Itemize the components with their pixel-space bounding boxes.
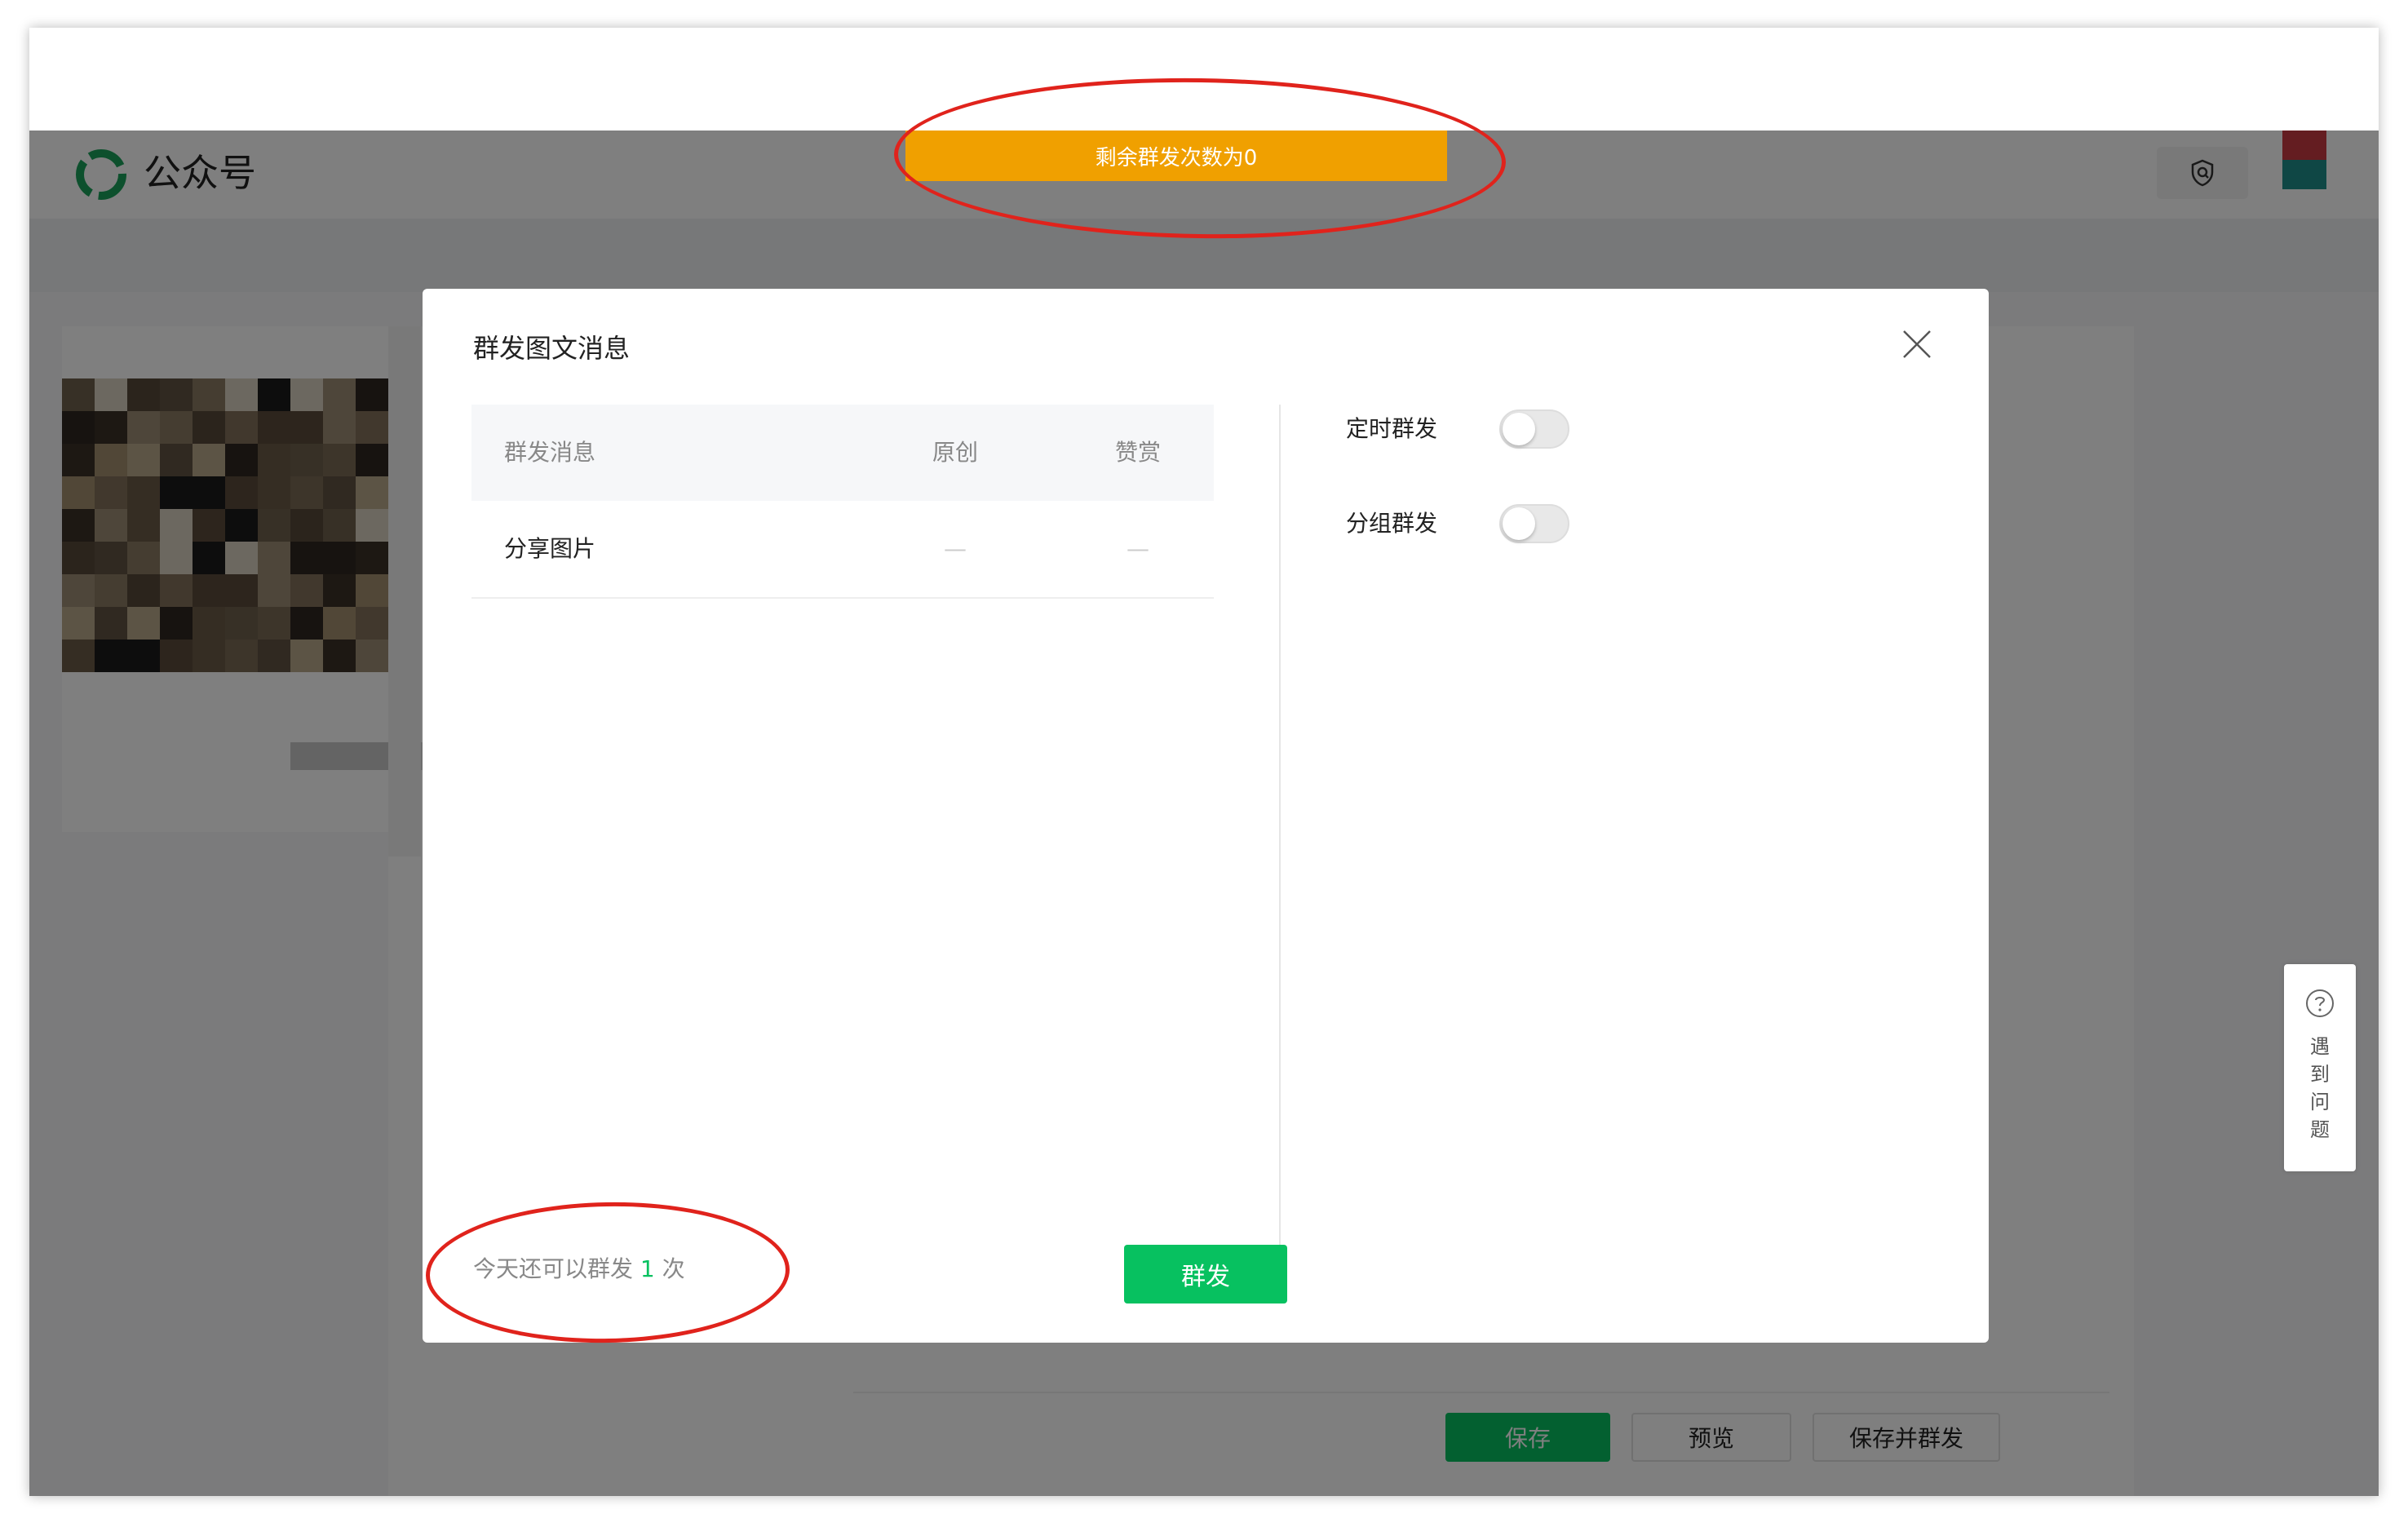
column-header-reward: 赞赏 xyxy=(1114,439,1161,466)
mass-send-dialog: 群发图文消息 群发消息 原创 赞赏 分享图片 — — 定时群发 分组群发 今天还… xyxy=(423,289,1989,1343)
table-header: 群发消息 原创 赞赏 xyxy=(471,405,1214,501)
toggle-knob xyxy=(1503,507,1535,540)
send-button[interactable]: 群发 xyxy=(1124,1245,1287,1303)
table-row: 分享图片 — — xyxy=(471,501,1214,599)
help-widget[interactable]: 遇到问题 xyxy=(2284,964,2356,1171)
cell-reward: — xyxy=(1127,535,1149,562)
group-send-label: 分组群发 xyxy=(1346,510,1438,537)
toggle-knob xyxy=(1503,413,1535,445)
help-widget-label: 遇到问题 xyxy=(2310,1035,2330,1141)
message-table: 群发消息 原创 赞赏 分享图片 — — xyxy=(471,405,1214,599)
group-send-toggle[interactable] xyxy=(1499,504,1569,543)
screenshot-frame: 公众号 保存 预览 保存并群发 剩余群发次数为0 xyxy=(29,28,2379,1496)
column-header-original: 原创 xyxy=(932,439,978,466)
question-icon xyxy=(2306,989,2334,1017)
cell-message-title: 分享图片 xyxy=(504,535,596,562)
cell-original: — xyxy=(944,535,967,562)
close-icon[interactable] xyxy=(1899,326,1935,362)
vertical-divider xyxy=(1279,405,1281,1272)
column-header-message: 群发消息 xyxy=(504,439,596,466)
scheduled-send-label: 定时群发 xyxy=(1346,415,1438,442)
dialog-title: 群发图文消息 xyxy=(473,333,631,364)
scheduled-send-toggle[interactable] xyxy=(1499,409,1569,449)
